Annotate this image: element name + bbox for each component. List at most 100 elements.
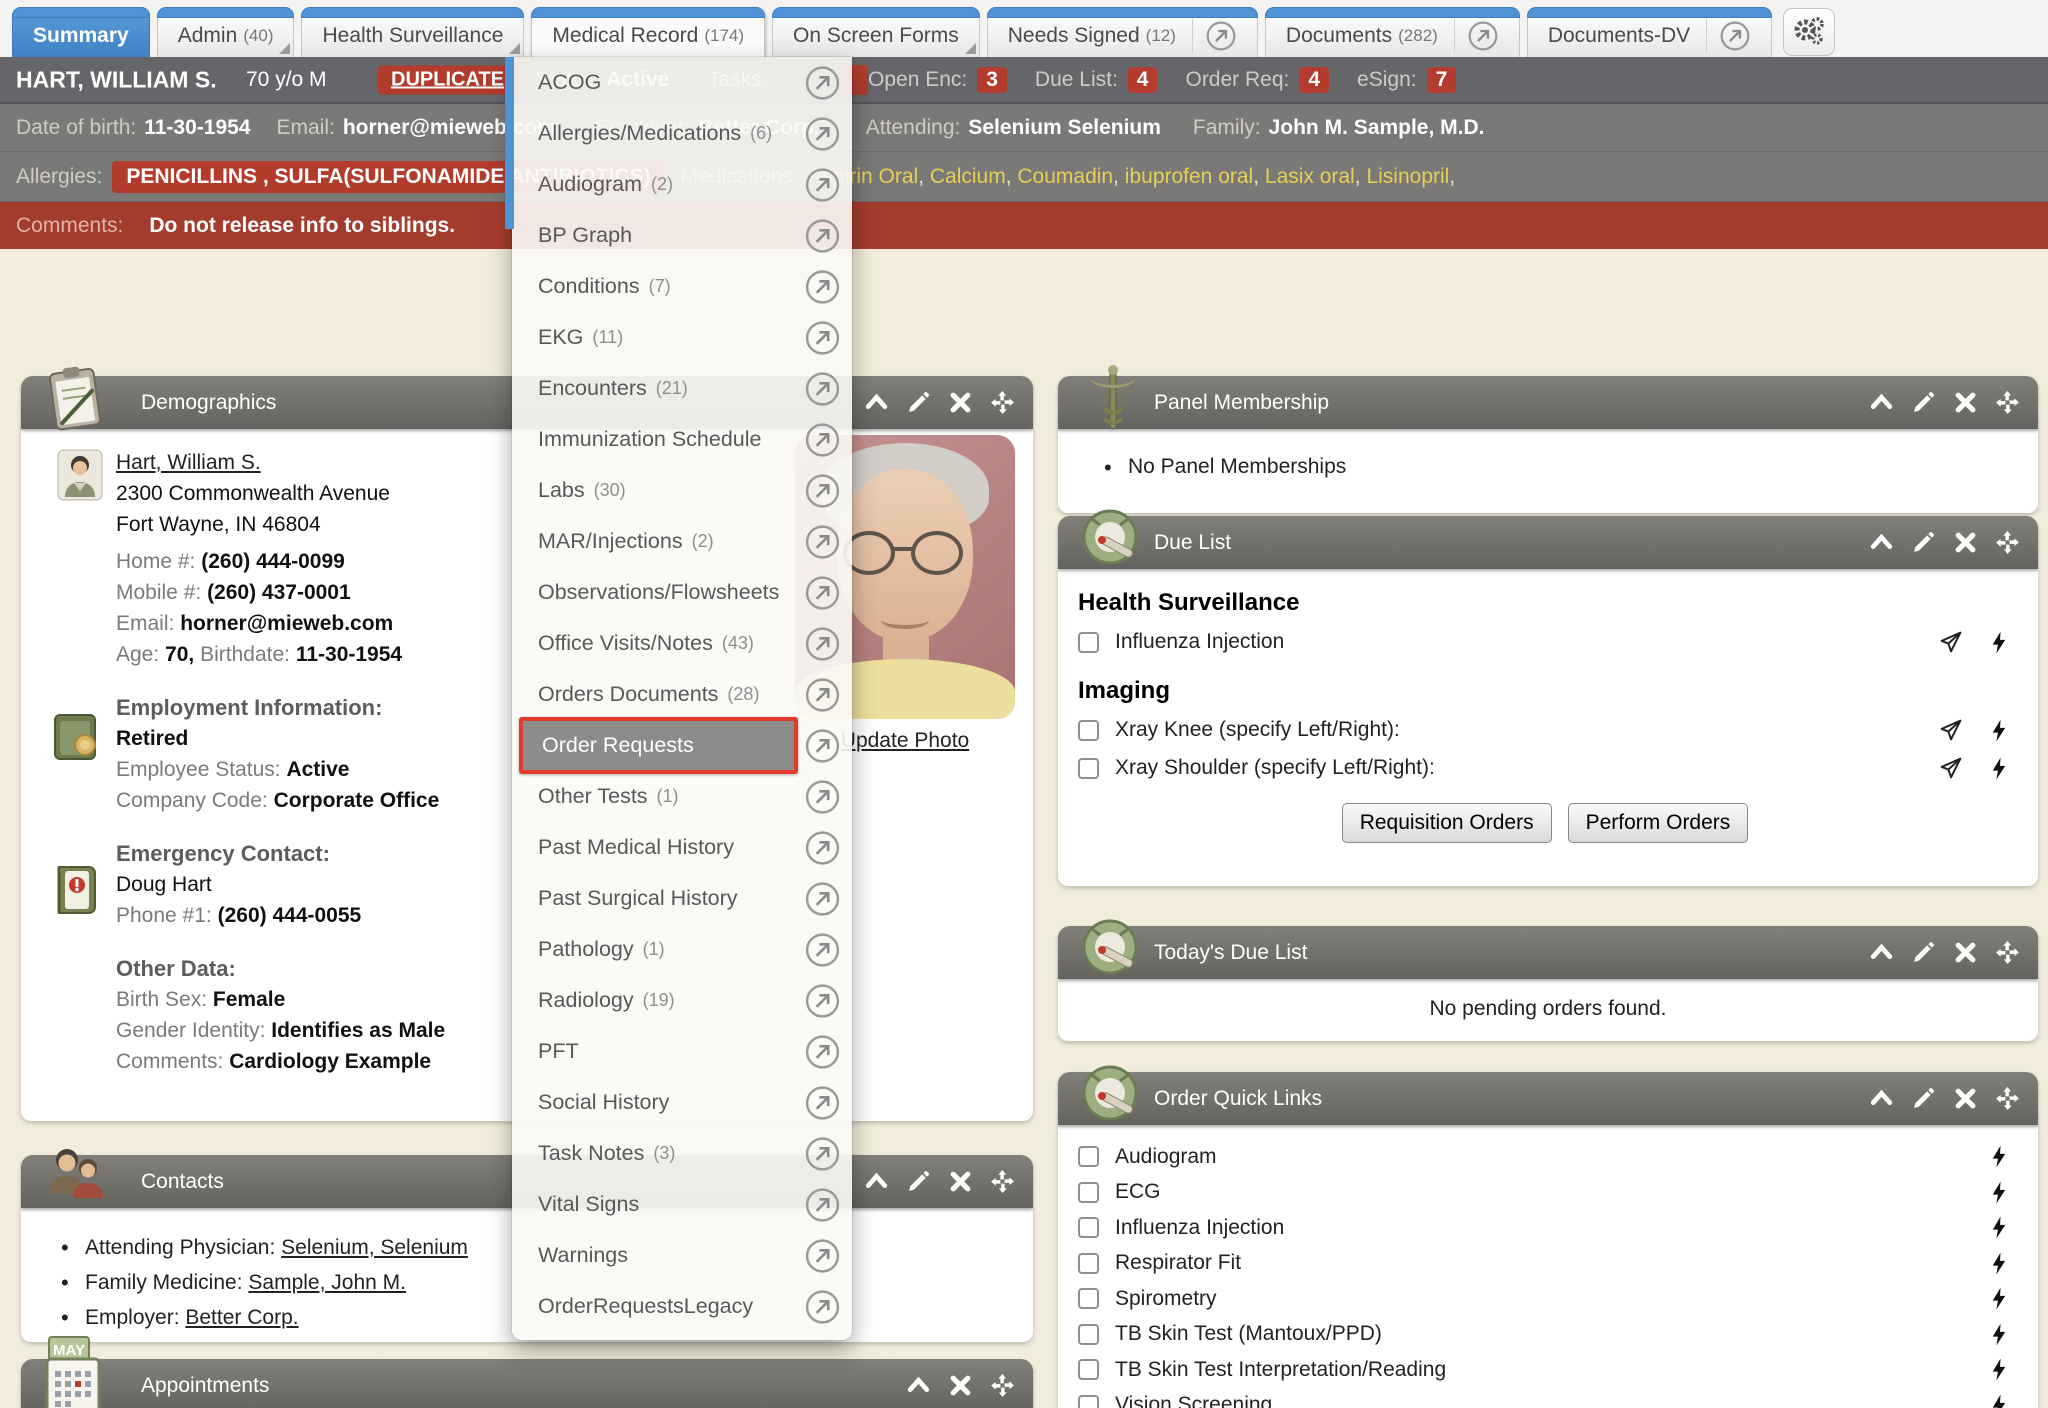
menu-item-popout-button[interactable] [804,574,841,611]
menu-item-popout-button[interactable] [804,1186,841,1223]
menu-item-popout-button[interactable] [804,472,841,509]
checkbox[interactable] [1078,632,1099,653]
close-icon[interactable] [1953,530,1978,555]
collapse-icon[interactable] [906,1373,931,1398]
medical-record-menu-item[interactable]: Social History [512,1077,852,1128]
send-requisition-icon[interactable] [1938,718,1963,743]
close-icon[interactable] [948,390,973,415]
checkbox[interactable] [1078,758,1099,779]
menu-item-popout-button[interactable] [804,115,841,152]
nav-tab[interactable]: On Screen Forms [772,7,980,57]
medical-record-menu-item[interactable]: OrderRequestsLegacy [512,1281,852,1332]
menu-item-popout-button[interactable] [804,625,841,662]
edit-icon[interactable] [1911,1086,1936,1111]
medication-item[interactable]: Coumadin [1017,165,1124,188]
nav-tab[interactable]: Documents-DV [1527,7,1772,57]
menu-item-popout-button[interactable] [804,421,841,458]
checkbox[interactable] [1078,1253,1099,1274]
perform-now-icon[interactable] [1987,1144,2012,1169]
menu-item-popout-button[interactable] [804,1288,841,1325]
collapse-icon[interactable] [1869,390,1894,415]
move-icon[interactable] [990,390,1015,415]
medication-item[interactable]: Lasix oral [1265,165,1367,188]
close-icon[interactable] [1953,1086,1978,1111]
header-counter[interactable]: Order Req: 4 [1185,67,1329,93]
menu-item-popout-button[interactable] [804,1033,841,1070]
nav-tab[interactable]: Admin (40) [157,7,295,57]
menu-item-popout-button[interactable] [804,64,841,101]
move-icon[interactable] [990,1373,1015,1398]
menu-item-popout-button[interactable] [804,217,841,254]
edit-icon[interactable] [1911,940,1936,965]
checkbox[interactable] [1078,1395,1099,1408]
medical-record-menu-item[interactable]: Conditions (7) [512,261,852,312]
medical-record-menu-item[interactable]: Other Tests (1) [512,771,852,822]
send-requisition-icon[interactable] [1938,756,1963,781]
requisition-orders-button[interactable]: Requisition Orders [1342,803,1552,843]
close-icon[interactable] [1953,940,1978,965]
perform-now-icon[interactable] [1987,1251,2012,1276]
patient-name-link[interactable]: Hart, William S. [116,451,261,474]
medical-record-menu-item[interactable]: Office Visits/Notes (43) [512,618,852,669]
perform-orders-button[interactable]: Perform Orders [1568,803,1749,843]
checkbox[interactable] [1078,1288,1099,1309]
contact-link[interactable]: Sample, John M. [248,1271,406,1294]
close-icon[interactable] [1953,390,1978,415]
medical-record-menu-item[interactable]: Pathology (1) [512,924,852,975]
menu-item-popout-button[interactable] [804,1135,841,1172]
perform-now-icon[interactable] [1987,1357,2012,1382]
medical-record-menu-item[interactable]: Encounters (21) [512,363,852,414]
checkbox[interactable] [1078,1182,1099,1203]
collapse-icon[interactable] [1869,940,1894,965]
menu-item-popout-button[interactable] [804,931,841,968]
menu-item-popout-button[interactable] [804,370,841,407]
close-icon[interactable] [948,1169,973,1194]
checkbox[interactable] [1078,720,1099,741]
menu-item-popout-button[interactable] [804,676,841,713]
medical-record-menu-item[interactable]: Order Requests [512,720,852,771]
medical-record-menu-item[interactable]: Radiology (19) [512,975,852,1026]
tab-popout-button[interactable] [1192,19,1237,53]
send-requisition-icon[interactable] [1938,630,1963,655]
settings-button[interactable] [1783,8,1835,56]
perform-now-icon[interactable] [1987,756,2012,781]
medical-record-menu-item[interactable]: Immunization Schedule [512,414,852,465]
edit-icon[interactable] [1911,530,1936,555]
perform-now-icon[interactable] [1987,1180,2012,1205]
menu-item-popout-button[interactable] [804,727,841,764]
move-icon[interactable] [1995,530,2020,555]
medical-record-menu-item[interactable]: BP Graph [512,210,852,261]
edit-icon[interactable] [906,1169,931,1194]
nav-tab[interactable]: Health Surveillance [301,7,524,57]
medication-item[interactable]: Lisinopril [1366,165,1455,188]
medical-record-menu-item[interactable]: Labs (30) [512,465,852,516]
menu-item-popout-button[interactable] [804,319,841,356]
menu-item-popout-button[interactable] [804,1237,841,1274]
edit-icon[interactable] [1911,390,1936,415]
medical-record-menu-item[interactable]: Task Notes (3) [512,1128,852,1179]
medical-record-menu-item[interactable]: Orders Documents (28) [512,669,852,720]
medication-item[interactable]: ibuprofen oral [1125,165,1265,188]
medical-record-menu-item[interactable]: EKG (11) [512,312,852,363]
header-counter[interactable]: Open Enc: 3 [868,67,1007,93]
menu-item-popout-button[interactable] [804,1084,841,1121]
medical-record-menu-item[interactable]: Observations/Flowsheets [512,567,852,618]
menu-item-popout-button[interactable] [804,982,841,1019]
move-icon[interactable] [1995,940,2020,965]
duplicate-patient-badge[interactable]: DUPLICATE [378,65,517,94]
checkbox[interactable] [1078,1217,1099,1238]
menu-item-popout-button[interactable] [804,166,841,203]
menu-item-popout-button[interactable] [804,523,841,560]
perform-now-icon[interactable] [1987,1393,2012,1408]
medical-record-menu-item[interactable]: Audiogram (2) [512,159,852,210]
move-icon[interactable] [990,1169,1015,1194]
menu-item-popout-button[interactable] [804,268,841,305]
collapse-icon[interactable] [1869,1086,1894,1111]
checkbox[interactable] [1078,1146,1099,1167]
move-icon[interactable] [1995,390,2020,415]
medical-record-menu-item[interactable]: MAR/Injections (2) [512,516,852,567]
nav-tab[interactable]: Documents (282) [1265,7,1520,57]
collapse-icon[interactable] [1869,530,1894,555]
collapse-icon[interactable] [864,390,889,415]
medication-item[interactable]: Calcium [930,165,1018,188]
